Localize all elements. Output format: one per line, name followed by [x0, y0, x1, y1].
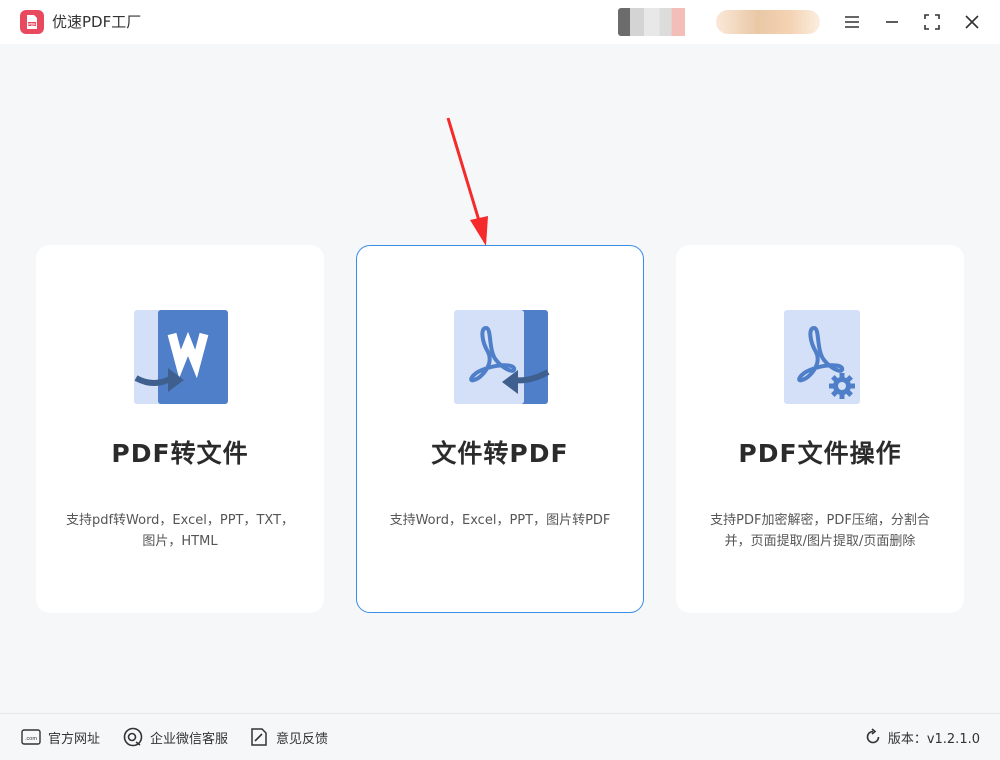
footer: .com 官方网址 企业微信客服 意见反馈 版本：v1.2.1.0 — [0, 713, 1000, 760]
card-description: 支持Word，Excel，PPT，图片转PDF — [379, 510, 621, 531]
card-desc-line: 支持Word，Excel，PPT，图片转PDF — [389, 513, 611, 528]
card-desc-line: 并，页面提取/图片提取/页面删除 — [724, 534, 916, 549]
official-website-link[interactable]: .com 官方网址 — [20, 726, 100, 748]
title-bar: PDF 优速PDF工厂 — [0, 0, 1000, 44]
version-label: 版本：v1.2.1.0 — [887, 731, 980, 747]
maximize-icon[interactable] — [920, 10, 944, 34]
pdf-to-file-card[interactable]: PDF转文件 支持pdf转Word，Excel，PPT，TXT， 图片，HTML — [36, 245, 324, 613]
pdf-settings-icon — [772, 308, 872, 408]
refresh-icon — [866, 728, 880, 744]
close-icon[interactable] — [960, 10, 984, 34]
avatar[interactable] — [618, 8, 704, 36]
wechat-icon — [122, 726, 144, 748]
app-title: 优速PDF工厂 — [52, 13, 142, 31]
feedback-label: 意见反馈 — [276, 731, 329, 747]
feedback-link[interactable]: 意见反馈 — [248, 726, 328, 748]
red-arrow-annotation — [446, 117, 488, 246]
file-to-pdf-icon — [452, 308, 552, 408]
feedback-icon — [248, 726, 270, 748]
website-label: 官方网址 — [48, 731, 101, 747]
pdf-logo-icon: PDF — [20, 10, 44, 34]
card-desc-line: 支持PDF加密解密，PDF压缩，分割合 — [710, 513, 930, 528]
user-name-badge[interactable] — [716, 10, 820, 34]
svg-text:PDF: PDF — [28, 22, 36, 26]
card-desc-line: 图片，HTML — [142, 534, 218, 549]
card-description: 支持PDF加密解密，PDF压缩，分割合 并，页面提取/图片提取/页面删除 — [699, 510, 941, 552]
card-title: PDF转文件 — [111, 439, 249, 468]
wechat-service-link[interactable]: 企业微信客服 — [122, 726, 228, 748]
wechat-label: 企业微信客服 — [150, 731, 229, 747]
card-description: 支持pdf转Word，Excel，PPT，TXT， 图片，HTML — [59, 510, 301, 552]
card-desc-line: 支持pdf转Word，Excel，PPT，TXT， — [65, 513, 295, 528]
hamburger-menu-icon[interactable] — [840, 10, 864, 34]
card-title: PDF文件操作 — [738, 439, 902, 468]
card-title: 文件转PDF — [431, 439, 569, 468]
pdf-operations-card[interactable]: PDF文件操作 支持PDF加密解密，PDF压缩，分割合 并，页面提取/图片提取/… — [676, 245, 964, 613]
version-info[interactable]: 版本：v1.2.1.0 — [864, 726, 980, 748]
website-icon: .com — [20, 726, 42, 748]
minimize-icon[interactable] — [880, 10, 904, 34]
pdf-to-word-icon — [132, 308, 232, 408]
file-to-pdf-card[interactable]: 文件转PDF 支持Word，Excel，PPT，图片转PDF — [356, 245, 644, 613]
svg-text:.com: .com — [25, 736, 37, 742]
